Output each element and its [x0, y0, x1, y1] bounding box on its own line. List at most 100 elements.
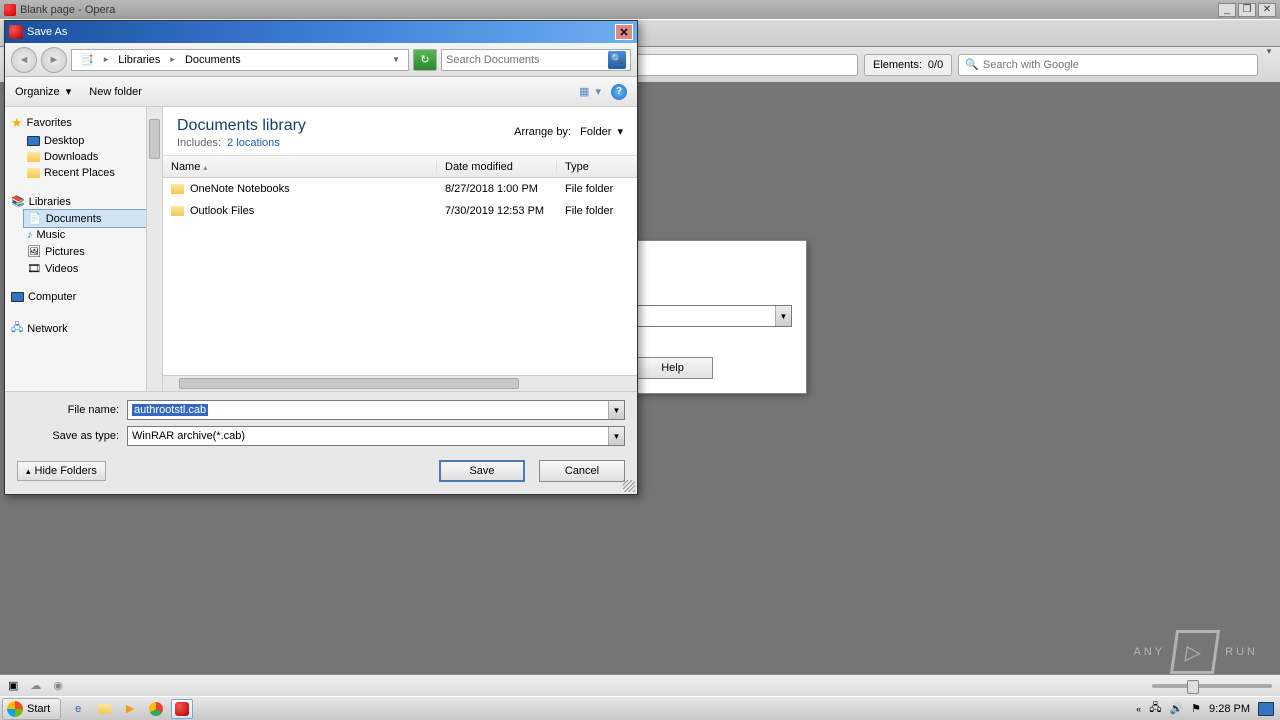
watermark: ANY ▷ RUN: [1134, 630, 1258, 674]
folder-icon: [171, 184, 184, 194]
breadcrumb[interactable]: 📑 ▸ Libraries ▸ Documents ▼: [71, 49, 409, 71]
pictures-icon: 🖼: [27, 245, 41, 258]
save-as-titlebar: Save As ✕: [5, 21, 637, 43]
show-desktop-button[interactable]: [1258, 702, 1274, 716]
minimize-button[interactable]: _: [1218, 3, 1236, 17]
cancel-button[interactable]: Cancel: [539, 460, 625, 482]
google-search-box[interactable]: 🔍: [958, 54, 1258, 76]
sidebar-music[interactable]: ♪Music: [5, 227, 162, 243]
system-tray: « 🖧 🔊 ⚑ 9:28 PM: [1130, 699, 1280, 718]
chevron-down-icon[interactable]: ▼: [388, 55, 404, 64]
maximize-button[interactable]: ❐: [1238, 3, 1256, 17]
close-button[interactable]: ✕: [615, 24, 633, 40]
file-row[interactable]: Outlook Files 7/30/2019 12:53 PM File fo…: [163, 200, 637, 222]
column-type[interactable]: Type: [557, 161, 637, 173]
savetype-label: Save as type:: [17, 430, 127, 442]
opera-statusbar: ▣ ☁ ◉: [0, 674, 1280, 696]
tray-volume-icon[interactable]: 🔊: [1169, 702, 1183, 715]
column-date[interactable]: Date modified: [437, 161, 557, 173]
save-as-toolbar: Organize ▾ New folder ▦ ▾ ?: [5, 77, 637, 107]
filename-label: File name:: [17, 404, 127, 416]
column-name[interactable]: Name ▴: [163, 161, 437, 173]
arrange-label: Arrange by:: [514, 126, 571, 138]
file-list-pane: Documents library Includes: 2 locations …: [163, 107, 637, 391]
folder-icon: [27, 168, 40, 178]
save-as-dialog: Save As ✕ ◄ ► 📑 ▸ Libraries ▸ Documents …: [4, 20, 638, 495]
chevron-down-icon: ▼: [775, 306, 791, 326]
breadcrumb-documents[interactable]: Documents: [181, 54, 245, 66]
search-icon: 🔍: [965, 58, 979, 71]
help-icon[interactable]: ?: [611, 84, 627, 100]
arrange-button[interactable]: Folder ▾: [580, 126, 623, 138]
panel-icon[interactable]: ▣: [8, 679, 18, 692]
filename-input[interactable]: authrootstl.cab▼: [127, 400, 625, 420]
sidebar-favorites[interactable]: ★Favorites: [5, 113, 162, 133]
videos-icon: 🎞: [27, 262, 41, 275]
back-button[interactable]: ◄: [11, 47, 37, 73]
forward-button[interactable]: ►: [41, 47, 67, 73]
search-box[interactable]: 🔍: [441, 49, 631, 71]
includes-link[interactable]: 2 locations: [227, 137, 280, 149]
search-icon[interactable]: 🔍: [608, 51, 626, 69]
taskbar-media[interactable]: ▶: [119, 699, 141, 719]
sidebar-recent[interactable]: Recent Places: [5, 165, 162, 181]
cloud-icon[interactable]: ☁: [30, 679, 41, 692]
taskbar-chrome[interactable]: [145, 699, 167, 719]
file-row[interactable]: OneNote Notebooks 8/27/2018 1:00 PM File…: [163, 178, 637, 200]
computer-icon: [11, 292, 24, 302]
music-icon: ♪: [27, 229, 33, 241]
window-title: Blank page - Opera: [20, 4, 115, 16]
taskbar-explorer[interactable]: [93, 699, 115, 719]
download-help-button[interactable]: Help: [633, 357, 713, 379]
refresh-button[interactable]: ↻: [413, 49, 437, 71]
chevron-up-icon: ▴: [26, 466, 31, 477]
sidebar-network[interactable]: 🖧Network: [5, 317, 162, 340]
zoom-slider[interactable]: [1152, 684, 1272, 688]
google-search-input[interactable]: [983, 59, 1251, 71]
tray-flag-icon[interactable]: ⚑: [1191, 702, 1201, 715]
savetype-select[interactable]: WinRAR archive(*.cab)▼: [127, 426, 625, 446]
folder-icon: 📑: [76, 53, 98, 66]
start-button[interactable]: Start: [2, 698, 61, 720]
sidebar-documents[interactable]: 📄Documents: [23, 209, 148, 228]
new-folder-button[interactable]: New folder: [89, 86, 142, 98]
search-input[interactable]: [446, 54, 608, 66]
view-button[interactable]: ▦ ▾: [579, 85, 601, 98]
sidebar-scrollbar[interactable]: [146, 107, 162, 391]
opera-titlebar: Blank page - Opera _ ❐ ✕: [0, 0, 1280, 19]
includes-label: Includes:: [177, 137, 221, 149]
save-button[interactable]: Save: [439, 460, 525, 482]
taskbar-ie[interactable]: e: [67, 699, 89, 719]
sidebar-libraries[interactable]: 📚Libraries: [5, 193, 162, 210]
panel-toggle-icon[interactable]: ▾: [1262, 43, 1276, 59]
folder-icon: [27, 152, 40, 162]
organize-button[interactable]: Organize ▾: [15, 85, 71, 98]
chevron-down-icon[interactable]: ▼: [608, 427, 624, 445]
tray-expand-icon[interactable]: «: [1136, 704, 1141, 714]
play-icon: ▷: [1170, 630, 1220, 674]
horizontal-scrollbar[interactable]: [163, 375, 637, 391]
clock[interactable]: 9:28 PM: [1209, 703, 1250, 715]
folder-icon: [98, 704, 111, 714]
save-as-navbar: ◄ ► 📑 ▸ Libraries ▸ Documents ▼ ↻ 🔍: [5, 43, 637, 77]
camera-icon[interactable]: ◉: [53, 679, 63, 692]
opera-icon: [9, 25, 23, 39]
libraries-icon: 📚: [11, 195, 25, 208]
close-button[interactable]: ✕: [1258, 3, 1276, 17]
column-headers: Name ▴ Date modified Type: [163, 156, 637, 178]
breadcrumb-libraries[interactable]: Libraries: [114, 54, 164, 66]
taskbar: Start e ▶ « 🖧 🔊 ⚑ 9:28 PM: [0, 696, 1280, 720]
sidebar-pictures[interactable]: 🖼Pictures: [5, 243, 162, 260]
sidebar-downloads[interactable]: Downloads: [5, 149, 162, 165]
taskbar-opera[interactable]: [171, 699, 193, 719]
hide-folders-button[interactable]: ▴Hide Folders: [17, 461, 106, 481]
sidebar-videos[interactable]: 🎞Videos: [5, 260, 162, 277]
chevron-right-icon: ▸: [100, 54, 113, 65]
tray-network-icon[interactable]: 🖧: [1149, 699, 1161, 718]
elements-badge: Elements: 0/0: [864, 54, 952, 76]
sidebar-desktop[interactable]: Desktop: [5, 133, 162, 149]
chevron-down-icon[interactable]: ▼: [608, 401, 624, 419]
sidebar-computer[interactable]: Computer: [5, 289, 162, 305]
resize-grip[interactable]: [623, 480, 635, 492]
network-icon: 🖧: [11, 319, 23, 338]
